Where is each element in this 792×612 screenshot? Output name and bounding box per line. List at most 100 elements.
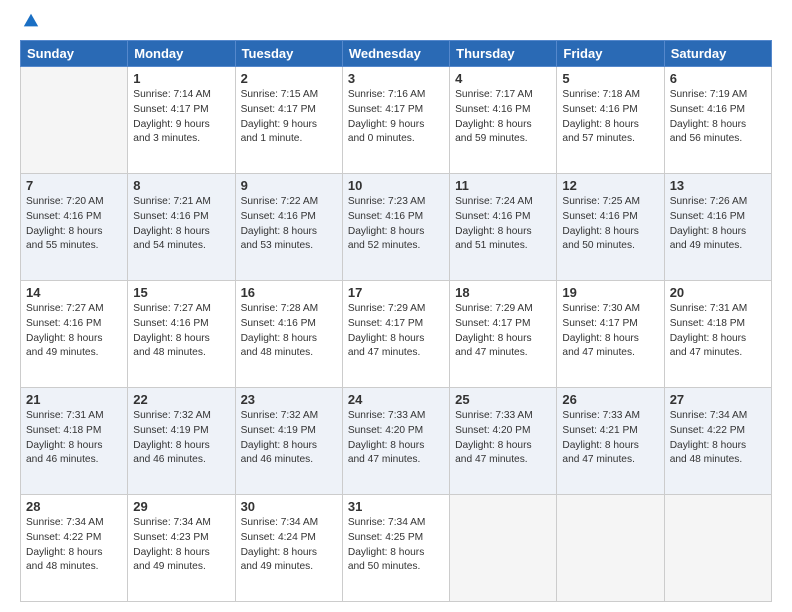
cell-line: and 57 minutes. — [562, 132, 658, 147]
day-number: 24 — [348, 392, 444, 407]
day-number: 8 — [133, 178, 229, 193]
cell-line: Sunset: 4:16 PM — [133, 210, 229, 225]
day-number: 6 — [670, 71, 766, 86]
cell-line: Daylight: 8 hours — [348, 225, 444, 240]
cell-line: and 46 minutes. — [241, 453, 337, 468]
calendar-cell: 21Sunrise: 7:31 AMSunset: 4:18 PMDayligh… — [21, 388, 128, 495]
calendar-cell: 12Sunrise: 7:25 AMSunset: 4:16 PMDayligh… — [557, 174, 664, 281]
header-row: SundayMondayTuesdayWednesdayThursdayFrid… — [21, 41, 772, 67]
cell-line: Sunset: 4:16 PM — [26, 317, 122, 332]
cell-line: Sunrise: 7:29 AM — [455, 302, 551, 317]
day-number: 1 — [133, 71, 229, 86]
calendar-cell: 4Sunrise: 7:17 AMSunset: 4:16 PMDaylight… — [450, 67, 557, 174]
cell-line: and 48 minutes. — [670, 453, 766, 468]
day-number: 3 — [348, 71, 444, 86]
day-number: 30 — [241, 499, 337, 514]
cell-line: Daylight: 8 hours — [348, 439, 444, 454]
cell-line: Daylight: 8 hours — [562, 332, 658, 347]
week-row-5: 28Sunrise: 7:34 AMSunset: 4:22 PMDayligh… — [21, 495, 772, 602]
cell-line: Sunrise: 7:17 AM — [455, 88, 551, 103]
cell-line: Sunrise: 7:33 AM — [562, 409, 658, 424]
cell-line: Sunset: 4:17 PM — [133, 103, 229, 118]
cell-line: Sunset: 4:21 PM — [562, 424, 658, 439]
cell-line: Sunset: 4:20 PM — [348, 424, 444, 439]
logo-icon — [22, 12, 40, 30]
cell-line: Sunset: 4:25 PM — [348, 531, 444, 546]
cell-line: Daylight: 8 hours — [133, 332, 229, 347]
cell-line: and 48 minutes. — [133, 346, 229, 361]
day-number: 19 — [562, 285, 658, 300]
cell-line: Daylight: 8 hours — [562, 225, 658, 240]
calendar-cell: 14Sunrise: 7:27 AMSunset: 4:16 PMDayligh… — [21, 281, 128, 388]
cell-line: Daylight: 8 hours — [241, 439, 337, 454]
calendar-cell — [450, 495, 557, 602]
cell-line: Daylight: 8 hours — [348, 332, 444, 347]
cell-line: Sunset: 4:18 PM — [670, 317, 766, 332]
cell-line: Sunrise: 7:28 AM — [241, 302, 337, 317]
calendar-cell: 23Sunrise: 7:32 AMSunset: 4:19 PMDayligh… — [235, 388, 342, 495]
calendar-cell: 7Sunrise: 7:20 AMSunset: 4:16 PMDaylight… — [21, 174, 128, 281]
cell-line: Sunset: 4:17 PM — [562, 317, 658, 332]
cell-line: Sunset: 4:23 PM — [133, 531, 229, 546]
cell-line: Daylight: 8 hours — [133, 546, 229, 561]
cell-line: Sunrise: 7:31 AM — [670, 302, 766, 317]
col-header-tuesday: Tuesday — [235, 41, 342, 67]
calendar-cell: 24 Sunrise: 7:33 AMSunset: 4:20 PMDayligh… — [342, 388, 449, 495]
calendar-cell: 17Sunrise: 7:29 AMSunset: 4:17 PMDayligh… — [342, 281, 449, 388]
day-number: 26 — [562, 392, 658, 407]
cell-line: Sunset: 4:18 PM — [26, 424, 122, 439]
cell-line: Sunrise: 7:27 AM — [133, 302, 229, 317]
cell-line: Sunset: 4:16 PM — [26, 210, 122, 225]
day-number: 22 — [133, 392, 229, 407]
cell-line: Sunset: 4:16 PM — [455, 103, 551, 118]
day-number: 12 — [562, 178, 658, 193]
cell-line: Daylight: 8 hours — [133, 439, 229, 454]
week-row-4: 21Sunrise: 7:31 AMSunset: 4:18 PMDayligh… — [21, 388, 772, 495]
day-number: 14 — [26, 285, 122, 300]
cell-line: and 47 minutes. — [670, 346, 766, 361]
cell-line: Sunrise: 7:16 AM — [348, 88, 444, 103]
cell-line: and 49 minutes. — [670, 239, 766, 254]
col-header-saturday: Saturday — [664, 41, 771, 67]
cell-line: Sunrise: 7:34 AM — [670, 409, 766, 424]
cell-line: Daylight: 8 hours — [670, 439, 766, 454]
cell-line: Daylight: 8 hours — [670, 332, 766, 347]
cell-line: and 51 minutes. — [455, 239, 551, 254]
cell-line: Daylight: 8 hours — [455, 225, 551, 240]
cell-line: Daylight: 8 hours — [26, 439, 122, 454]
cell-line: and 55 minutes. — [26, 239, 122, 254]
logo — [20, 16, 40, 30]
cell-line: and 48 minutes. — [26, 560, 122, 575]
calendar-cell: 31Sunrise: 7:34 AMSunset: 4:25 PMDayligh… — [342, 495, 449, 602]
day-number: 28 — [26, 499, 122, 514]
cell-line: and 47 minutes. — [455, 453, 551, 468]
day-number: 11 — [455, 178, 551, 193]
cell-line: and 53 minutes. — [241, 239, 337, 254]
day-number: 23 — [241, 392, 337, 407]
day-number: 20 — [670, 285, 766, 300]
day-number: 13 — [670, 178, 766, 193]
day-number: 7 — [26, 178, 122, 193]
cell-line: Sunrise: 7:26 AM — [670, 195, 766, 210]
cell-line: Sunrise: 7:30 AM — [562, 302, 658, 317]
week-row-3: 14 Sunrise: 7:27 AM Sunset: 4:16 PM Dayligh… — [21, 281, 772, 388]
cell-line: Sunrise: 7:33 AM — [348, 409, 444, 424]
cell-line: Sunset: 4:20 PM — [455, 424, 551, 439]
cell-line: Daylight: 9 hours — [241, 118, 337, 133]
cell-line: Daylight: 8 hours — [562, 118, 658, 133]
cell-line: Daylight: 8 hours — [133, 225, 229, 240]
cell-line: and 50 minutes. — [562, 239, 658, 254]
cell-line: Sunrise: 7:24 AM — [455, 195, 551, 210]
calendar-table: SundayMondayTuesdayWednesdayThursdayFrid… — [20, 40, 772, 602]
cell-line: Sunset: 4:22 PM — [670, 424, 766, 439]
calendar-cell: 6Sunrise: 7:19 AMSunset: 4:16 PMDaylight… — [664, 67, 771, 174]
cell-line: Sunrise: 7:23 AM — [348, 195, 444, 210]
col-header-friday: Friday — [557, 41, 664, 67]
cell-line: Sunrise: 7:34 AM — [133, 516, 229, 531]
day-number: 27 — [670, 392, 766, 407]
col-header-wednesday: Wednesday — [342, 41, 449, 67]
calendar-cell: 2Sunrise: 7:15 AMSunset: 4:17 PMDaylight… — [235, 67, 342, 174]
cell-line: Sunrise: 7:20 AM — [26, 195, 122, 210]
cell-line: and 50 minutes. — [348, 560, 444, 575]
day-number: 15 — [133, 285, 229, 300]
